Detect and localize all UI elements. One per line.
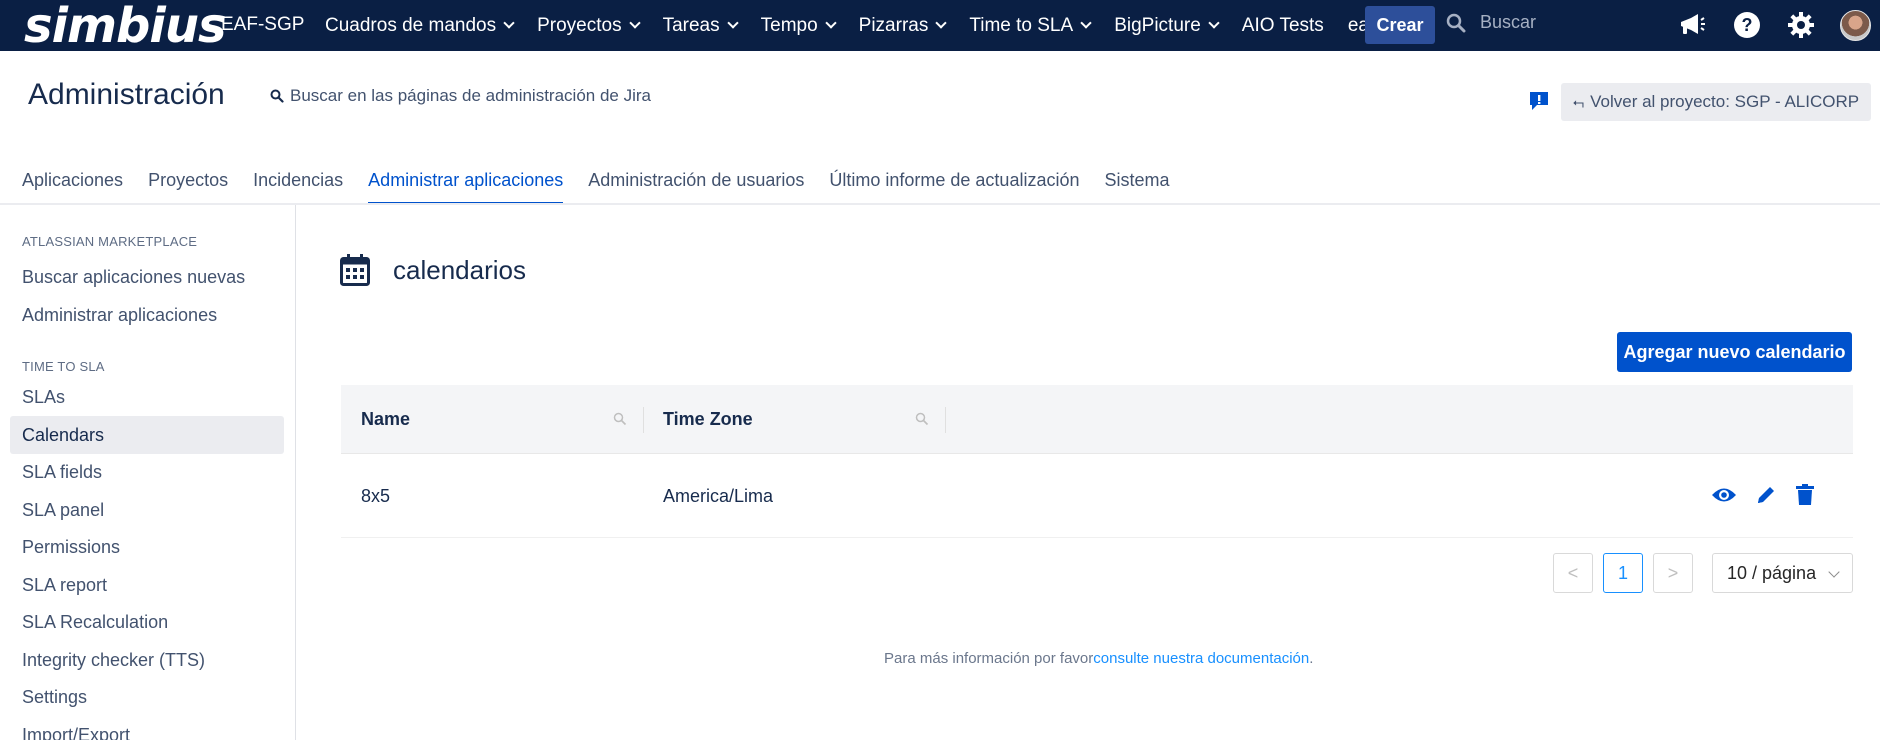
nav-item-label: Cuadros de mandos	[325, 14, 497, 36]
nav-item-label: Pizarras	[858, 14, 929, 36]
page-title: Administración	[28, 78, 225, 111]
column-separator	[945, 407, 946, 433]
page-heading: calendarios	[393, 255, 526, 285]
sidebar-item-slas[interactable]: SLAs	[10, 378, 284, 416]
sidebar-item-find-new-apps[interactable]: Buscar aplicaciones nuevas	[10, 258, 284, 296]
sidebar-item-import-export[interactable]: Import/Export	[10, 716, 284, 740]
table-header: Name Time Zone	[341, 385, 1853, 454]
nav-item-label: Proyectos	[537, 14, 622, 36]
column-header-name[interactable]: Name	[361, 385, 410, 454]
nav-item-label: Tareas	[662, 14, 720, 36]
sidebar-section-title: ATLASSIAN MARKETPLACE	[22, 234, 198, 249]
column-search-icon[interactable]	[915, 412, 929, 431]
sidebar-item-calendars[interactable]: Calendars	[10, 416, 284, 454]
tab-manage-apps[interactable]: Administrar aplicaciones	[368, 165, 564, 205]
site-name[interactable]: EAF-SGP	[221, 14, 304, 36]
documentation-link[interactable]: consulte nuestra documentación	[1093, 650, 1309, 667]
nav-item-label: AIO Tests	[1241, 14, 1324, 36]
prev-page-button[interactable]: <	[1553, 553, 1593, 593]
chevron-down-icon	[503, 17, 515, 29]
sidebar-item-manage-apps[interactable]: Administrar aplicaciones	[10, 296, 284, 334]
chevron-down-icon	[628, 17, 641, 29]
column-separator	[643, 407, 644, 433]
sidebar-item-sla-panel[interactable]: SLA panel	[10, 491, 284, 529]
edit-icon[interactable]	[1755, 484, 1777, 506]
tab-issues[interactable]: Incidencias	[253, 165, 343, 205]
sidebar-item-sla-recalculation[interactable]: SLA Recalculation	[10, 603, 284, 641]
row-actions	[1693, 484, 1815, 506]
calendar-icon	[340, 254, 370, 291]
next-page-button[interactable]: >	[1653, 553, 1693, 593]
page-size-select[interactable]: 10 / página	[1712, 553, 1853, 593]
nav-item-projects[interactable]: Proyectos	[537, 14, 641, 37]
column-search-icon[interactable]	[613, 412, 627, 431]
search-icon	[1446, 13, 1466, 32]
logo[interactable]: simbius	[24, 0, 227, 54]
avatar[interactable]	[1840, 10, 1871, 41]
footer-end: .	[1309, 650, 1314, 667]
chevron-down-icon	[1080, 17, 1092, 29]
page-1-button[interactable]: 1	[1603, 553, 1643, 593]
footer-note: Para más información por favorconsulte n…	[0, 650, 1880, 667]
feedback-icon[interactable]	[1528, 90, 1550, 117]
cell-time-zone: America/Lima	[663, 485, 774, 506]
search-placeholder: Buscar	[1480, 12, 1537, 32]
tab-applications[interactable]: Aplicaciones	[22, 165, 123, 205]
nav-item-dashboards[interactable]: Cuadros de mandos	[325, 14, 515, 37]
sidebar-item-settings[interactable]: Settings	[10, 678, 284, 716]
chevron-down-icon	[1208, 17, 1220, 29]
nav-item-tempo[interactable]: Tempo	[760, 14, 837, 37]
sidebar-item-sla-fields[interactable]: SLA fields	[10, 453, 284, 491]
settings-icon[interactable]	[1786, 10, 1816, 45]
delete-icon[interactable]	[1795, 484, 1815, 506]
add-calendar-button[interactable]: Agregar nuevo calendario	[1617, 332, 1852, 372]
sidebar-item-permissions[interactable]: Permissions	[10, 528, 284, 566]
svg-text:?: ?	[1742, 15, 1753, 35]
tab-latest-upgrade-report[interactable]: Último informe de actualización	[829, 165, 1079, 205]
admin-tabs: Aplicaciones Proyectos Incidencias Admin…	[22, 165, 1195, 205]
page-size-value: 10 / página	[1727, 562, 1817, 583]
cell-name: 8x5	[361, 485, 391, 506]
chevron-down-icon	[935, 17, 948, 29]
column-header-time-zone[interactable]: Time Zone	[663, 385, 753, 454]
nav-item-bigpicture[interactable]: BigPicture	[1114, 14, 1220, 37]
help-icon[interactable]: ?	[1732, 10, 1762, 45]
nav-item-label: Tempo	[760, 14, 818, 36]
nav-item-aio-tests[interactable]: AIO Tests	[1242, 15, 1324, 37]
return-arrow-icon: ⮢	[1572, 93, 1585, 110]
back-to-project-button[interactable]: ⮢ Volver al proyecto: SGP - ALICORP	[1561, 83, 1871, 121]
global-search[interactable]: Buscar	[1446, 12, 1536, 33]
admin-search-label: Buscar en las páginas de administración …	[290, 86, 651, 105]
calendars-table: Name Time Zone 8x5 America/Lima	[341, 385, 1853, 538]
nav-item-time-to-sla[interactable]: Time to SLA	[969, 14, 1092, 37]
nav-item-boards[interactable]: Pizarras	[858, 14, 948, 37]
search-icon	[270, 89, 284, 103]
chevron-down-icon	[824, 17, 837, 29]
tab-user-management[interactable]: Administración de usuarios	[588, 165, 804, 205]
back-button-label: Volver al proyecto: SGP - ALICORP	[1590, 92, 1860, 111]
chevron-down-icon	[1828, 566, 1840, 578]
nav-item-label: Time to SLA	[969, 14, 1074, 36]
create-button[interactable]: Crear	[1365, 6, 1435, 44]
nav-item-label: BigPicture	[1114, 14, 1201, 36]
table-row: 8x5 America/Lima	[341, 454, 1853, 538]
sidebar-section-title: TIME TO SLA	[22, 359, 105, 374]
admin-search[interactable]: Buscar en las páginas de administración …	[270, 86, 651, 106]
tab-projects[interactable]: Proyectos	[148, 165, 228, 205]
nav-item-issues[interactable]: Tareas	[662, 14, 739, 37]
nav-menu: Cuadros de mandos Proyectos Tareas Tempo…	[325, 0, 1430, 51]
chevron-down-icon	[726, 17, 739, 29]
tab-system[interactable]: Sistema	[1105, 165, 1170, 205]
top-navigation: simbius EAF-SGP Cuadros de mandos Proyec…	[0, 0, 1880, 54]
megaphone-icon[interactable]	[1676, 10, 1706, 45]
view-icon[interactable]	[1711, 484, 1737, 506]
footer-text: Para más información por favor	[884, 650, 1094, 667]
sidebar-item-sla-report[interactable]: SLA report	[10, 566, 284, 604]
